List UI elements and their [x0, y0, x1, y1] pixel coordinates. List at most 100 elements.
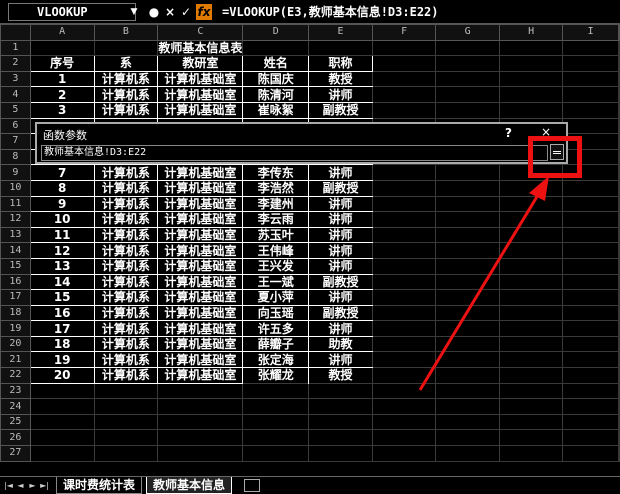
cell[interactable] [371, 335, 437, 353]
cell[interactable]: 讲师 [308, 86, 373, 103]
cell[interactable] [371, 195, 437, 213]
row-header[interactable]: 4 [0, 86, 31, 103]
row-header[interactable]: 25 [0, 413, 31, 431]
column-header[interactable]: A [29, 24, 95, 41]
row-header[interactable]: 15 [0, 257, 31, 275]
help-button[interactable]: ? [505, 126, 512, 140]
cell[interactable]: 计算机系 [93, 195, 159, 213]
cell[interactable] [618, 335, 620, 353]
cell[interactable] [435, 320, 500, 337]
cell[interactable] [498, 70, 564, 88]
row-header[interactable]: 3 [0, 70, 31, 88]
cell[interactable] [562, 273, 619, 291]
cell[interactable] [435, 257, 500, 275]
cell[interactable] [435, 273, 500, 291]
cell[interactable]: 教研室 [157, 55, 244, 72]
cell[interactable] [242, 398, 310, 415]
column-header[interactable]: B [93, 24, 159, 41]
cell[interactable]: 讲师 [308, 164, 373, 181]
cell[interactable]: 计算机基础室 [157, 335, 244, 353]
cell[interactable]: 9 [29, 195, 95, 213]
cell[interactable] [371, 226, 437, 244]
cell[interactable] [562, 55, 619, 72]
cell[interactable] [371, 86, 437, 103]
cell[interactable]: 计算机系 [93, 367, 159, 384]
cell[interactable]: 副教授 [308, 304, 373, 322]
cell[interactable] [29, 413, 95, 431]
cell[interactable]: 副教授 [308, 273, 373, 291]
sheet-tab-course-fee[interactable]: 课时费统计表 [56, 477, 143, 494]
cell[interactable]: 15 [29, 289, 95, 306]
cell[interactable] [435, 429, 500, 447]
cell[interactable]: 教授 [308, 70, 373, 88]
cell[interactable] [435, 101, 500, 119]
cell[interactable] [562, 367, 619, 384]
cell[interactable] [371, 39, 437, 57]
cell[interactable] [498, 55, 564, 72]
cell[interactable] [498, 367, 564, 384]
row-header[interactable]: 6 [0, 117, 31, 135]
cell[interactable]: 副教授 [308, 179, 373, 197]
cell[interactable] [435, 398, 500, 415]
cell[interactable] [498, 304, 564, 322]
column-header[interactable]: I [562, 24, 619, 41]
row-header[interactable]: 13 [0, 226, 31, 244]
cell[interactable]: 王兴发 [242, 257, 310, 275]
cell[interactable]: 计算机系 [93, 242, 159, 259]
cell[interactable]: 计算机系 [93, 320, 159, 337]
cell[interactable]: 计算机基础室 [157, 70, 244, 88]
cell[interactable] [371, 304, 437, 322]
cell[interactable] [242, 445, 310, 462]
cell[interactable]: 8 [29, 179, 95, 197]
cell[interactable] [618, 164, 620, 181]
cell[interactable] [618, 148, 620, 166]
cell[interactable]: 10 [29, 211, 95, 228]
cell[interactable]: 计算机基础室 [157, 226, 244, 244]
cell[interactable] [618, 70, 620, 88]
last-sheet-icon[interactable]: ►| [40, 480, 49, 492]
cell[interactable] [562, 117, 619, 135]
column-header[interactable]: C [157, 24, 244, 41]
cell[interactable] [371, 179, 437, 197]
cell[interactable]: 讲师 [308, 257, 373, 275]
cell[interactable]: 计算机基础室 [157, 320, 244, 337]
cell[interactable] [618, 179, 620, 197]
cell[interactable]: 计算机基础室 [157, 86, 244, 103]
cell[interactable]: 计算机基础室 [157, 273, 244, 291]
cell[interactable] [371, 367, 437, 384]
cell[interactable]: 计算机基础室 [157, 211, 244, 228]
insert-function-button[interactable]: fx [196, 4, 212, 20]
cell[interactable] [562, 351, 619, 369]
row-header[interactable]: 27 [0, 445, 31, 462]
cell[interactable] [435, 382, 500, 400]
cell[interactable]: 计算机系 [93, 101, 159, 119]
cell[interactable]: 14 [29, 273, 95, 291]
cell[interactable]: 13 [29, 257, 95, 275]
row-header[interactable]: 5 [0, 101, 31, 119]
row-header[interactable]: 22 [0, 367, 31, 384]
cell[interactable]: 副教授 [308, 101, 373, 119]
cell[interactable] [562, 211, 619, 228]
cell[interactable]: 计算机基础室 [157, 257, 244, 275]
cell[interactable] [435, 211, 500, 228]
cell[interactable] [435, 242, 500, 259]
cell[interactable] [498, 39, 564, 57]
cell[interactable] [371, 382, 437, 400]
cell[interactable] [371, 164, 437, 181]
cell[interactable] [371, 211, 437, 228]
cell[interactable]: 崔咏絮 [242, 101, 310, 119]
cell[interactable]: 职称 [308, 55, 373, 72]
cell[interactable] [618, 413, 620, 431]
cell[interactable]: 计算机系 [93, 257, 159, 275]
cell[interactable]: 李云雨 [242, 211, 310, 228]
cell[interactable]: 教师基本信息表 [157, 39, 244, 57]
cell[interactable] [498, 257, 564, 275]
cell[interactable] [498, 273, 564, 291]
cell[interactable] [93, 39, 159, 57]
cell[interactable] [562, 429, 619, 447]
cell[interactable]: 计算机系 [93, 179, 159, 197]
cell[interactable]: 计算机系 [93, 211, 159, 228]
cell[interactable] [435, 226, 500, 244]
cell[interactable]: 计算机系 [93, 335, 159, 353]
cell[interactable]: 12 [29, 242, 95, 259]
